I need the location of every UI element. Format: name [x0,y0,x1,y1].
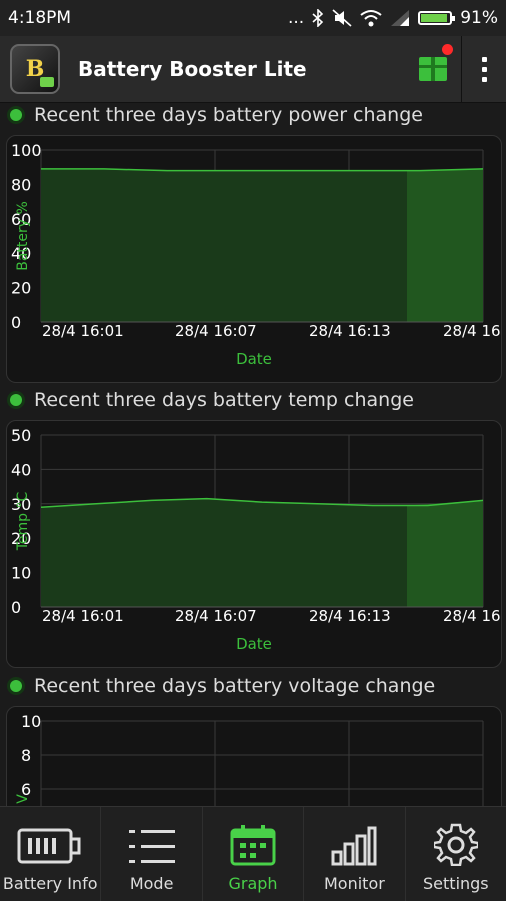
temp-chart-card: 50 40 30 20 10 0 28/4 16:01 28/4 16:07 28/4 16:1… [6,420,502,668]
nav-label: Monitor [324,874,385,893]
y-tick-label: 10 [21,712,41,731]
app-title: Battery Booster Lite [78,57,307,81]
nav-settings[interactable]: Settings [406,807,506,901]
nav-label: Settings [423,874,489,893]
x-tick-label: 28/4 16:01 [42,322,124,340]
y-axis-label: V [15,794,31,804]
nav-label: Graph [228,874,278,893]
power-chart-card: 100 80 60 40 20 0 28/4 16:01 28/4 16:07 28/4 16:… [6,135,502,383]
x-tick-label: 28/4 16:07 [175,322,257,340]
app-logo: B [10,44,60,94]
x-axis-label: Date [236,635,272,653]
gift-icon [419,57,447,81]
nav-label: Battery Info [2,874,98,893]
nav-battery-info[interactable]: Battery Info [0,807,102,901]
y-tick-label: 40 [11,460,31,479]
bottom-nav: Battery Info Mode Graph Monitor Settings [0,806,506,901]
notification-badge [442,44,453,55]
app-bar: B Battery Booster Lite [0,36,506,103]
section-dot-icon [10,680,22,692]
gift-button[interactable] [405,36,461,102]
y-tick-label: 50 [11,426,31,445]
section-dot-icon [10,109,22,121]
x-tick-label: 28/4 16:13 [309,607,391,625]
bluetooth-icon [312,9,324,27]
battery-percent: 91% [460,8,498,28]
mute-icon [332,9,352,27]
x-tick-label: 28/4 16 [443,322,501,340]
series-highlight-area [407,168,483,322]
signal-icon [391,10,410,26]
section-title: Recent three days battery temp change [34,389,414,411]
y-tick-label: 20 [11,279,31,298]
gear-icon [433,823,478,866]
status-dots: ... [287,8,305,28]
bar-chart-icon [331,826,377,866]
overflow-menu-button[interactable] [461,36,506,102]
y-tick-label: 100 [11,141,42,160]
calendar-graph-icon [230,825,276,866]
status-time: 4:18PM [8,8,72,28]
x-tick-label: 28/4 16:07 [175,607,257,625]
y-tick-label: 10 [11,564,31,583]
temp-chart: 50403020100 28/4 16:01 28/4 16:07 28/4 16:1… [11,426,501,653]
y-tick-label: 8 [21,746,31,765]
wifi-icon [360,10,382,27]
section-header-voltage: Recent three days battery voltage change [10,675,435,697]
section-title: Recent three days battery power change [34,104,423,126]
y-tick-label: 0 [11,598,21,617]
section-header-power: Recent three days battery power change [10,104,423,126]
status-bar: 4:18PM ... 91% [0,0,506,36]
y-tick-label: 0 [11,313,21,332]
y-axis-label: Battery % [15,201,31,271]
nav-mode[interactable]: Mode [101,807,203,901]
power-chart: 100806040200 28/4 16:01 28/4 16:07 28/4 16:… [11,141,501,368]
section-title: Recent three days battery voltage change [34,675,436,697]
x-tick-label: 28/4 16:01 [42,607,124,625]
x-tick-label: 28/4 16 [443,607,501,625]
section-dot-icon [10,394,22,406]
nav-monitor[interactable]: Monitor [304,807,406,901]
section-header-temp: Recent three days battery temp change [10,389,414,411]
series-highlight-area [407,500,483,607]
nav-label: Mode [129,874,174,893]
logo-battery-icon [40,77,54,87]
y-tick-label: 80 [11,175,31,194]
x-tick-label: 28/4 16:13 [309,322,391,340]
x-axis-label: Date [236,350,272,368]
status-icons: ... 91% [288,8,498,28]
list-icon [128,830,175,863]
battery-icon [17,828,81,864]
nav-graph[interactable]: Graph [203,807,305,901]
battery-status-icon [418,11,456,25]
y-axis-label: Temp °C [15,492,31,552]
